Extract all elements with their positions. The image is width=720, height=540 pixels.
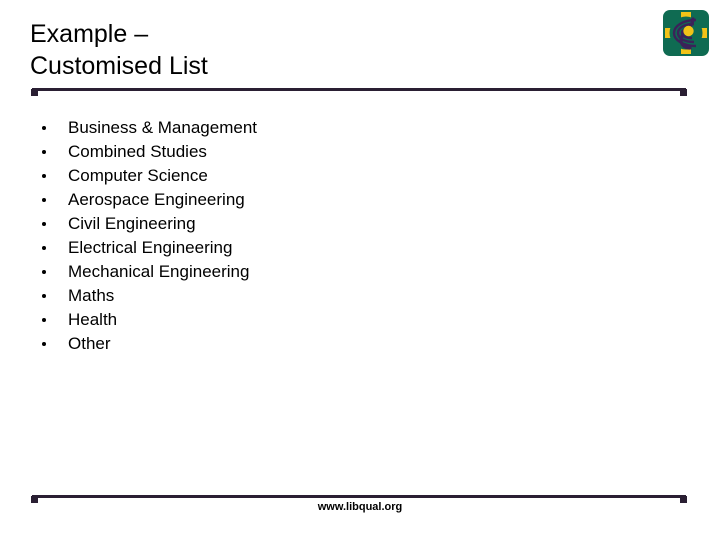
title-line-1: Example – [30, 20, 149, 48]
page-title: Example – Customised List [30, 18, 460, 82]
bullet-icon [42, 318, 46, 322]
bullet-icon [42, 342, 46, 346]
bullet-icon [42, 294, 46, 298]
footer-url: www.libqual.org [317, 501, 403, 513]
list-item-label: Maths [68, 286, 115, 305]
list-item-label: Combined Studies [68, 142, 207, 161]
list-item-label: Electrical Engineering [68, 238, 233, 257]
title-line-2: Customised List [30, 52, 208, 80]
bullet-icon [42, 270, 46, 274]
list-item-label: Computer Science [68, 166, 208, 185]
bullet-icon [42, 222, 46, 226]
title-divider [31, 88, 687, 96]
bullet-icon [42, 126, 46, 130]
list-item: Mechanical Engineering [34, 260, 554, 284]
bullet-icon [42, 174, 46, 178]
list-item: Business & Management [34, 116, 554, 140]
list-item: Other [34, 332, 554, 356]
bullet-icon [42, 198, 46, 202]
list-item-label: Other [68, 334, 111, 353]
list-item-label: Health [68, 310, 118, 329]
list-item-label: Business & Management [68, 118, 257, 137]
list-item: Health [34, 308, 554, 332]
list-item-label: Aerospace Engineering [68, 190, 245, 209]
list-item: Maths [34, 284, 554, 308]
list-item: Computer Science [34, 164, 554, 188]
bullet-icon [42, 246, 46, 250]
customised-list: Business & Management Combined Studies C… [34, 116, 554, 356]
list-item: Civil Engineering [34, 212, 554, 236]
list-item-label: Civil Engineering [68, 214, 196, 233]
list-item: Aerospace Engineering [34, 188, 554, 212]
bullet-icon [42, 150, 46, 154]
list-item: Electrical Engineering [34, 236, 554, 260]
divider-cap-left-icon [31, 89, 38, 96]
footer-divider [31, 495, 687, 503]
divider-cap-right-icon [680, 89, 687, 96]
list-item: Combined Studies [34, 140, 554, 164]
slide: Example – Customised List Business & Man… [0, 0, 720, 540]
libqual-logo-icon [663, 10, 709, 56]
list-item-label: Mechanical Engineering [68, 262, 250, 281]
